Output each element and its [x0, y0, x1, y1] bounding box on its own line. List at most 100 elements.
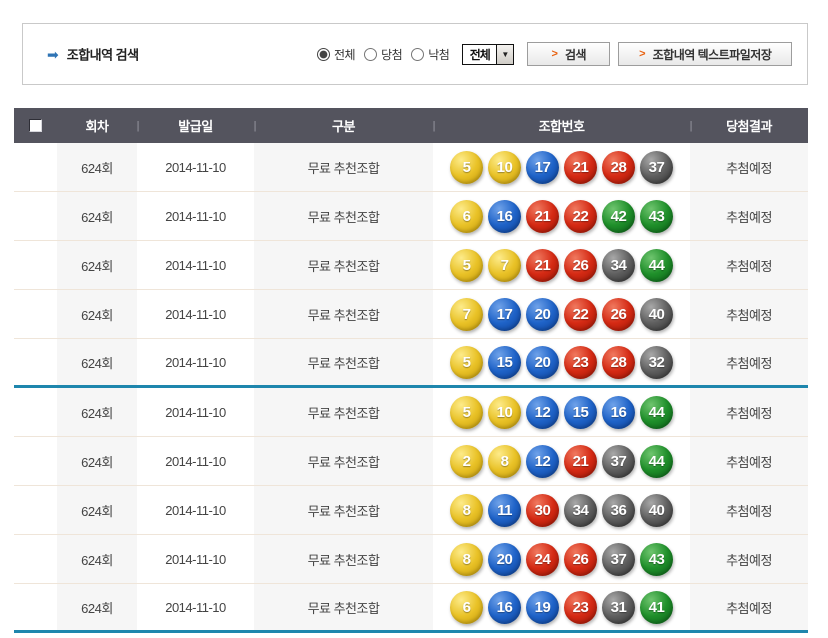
row-cell-category: 무료 추천조합	[254, 192, 433, 240]
table-row: 624회 2014-11-10 무료 추천조합 7 17 20 22 26 40 추첨예정	[14, 290, 808, 339]
row-cell-result: 추첨예정	[690, 339, 808, 385]
table-row: 624회 2014-11-10 무료 추천조합 5 15 20 23 28 32 추첨예정	[14, 339, 808, 388]
lotto-ball: 6	[450, 199, 483, 233]
row-cell-round: 624회	[57, 388, 137, 436]
row-cell-checkbox	[14, 388, 57, 436]
search-button-label: 검색	[564, 47, 587, 62]
orange-arrow-icon: >	[551, 47, 558, 60]
table-row: 624회 2014-11-10 무료 추천조합 6 16 21 22 42 43 추첨예정	[14, 192, 808, 241]
lotto-ball: 16	[602, 395, 635, 429]
select-all-checkbox[interactable]	[29, 119, 42, 132]
header-cell-round: 회차 |	[57, 108, 140, 143]
radio-lose-input[interactable]	[411, 47, 425, 61]
row-cell-numbers: 5 15 20 23 28 32	[433, 339, 690, 385]
lotto-ball: 7	[488, 248, 521, 282]
row-cell-issue-date: 2014-11-10	[165, 551, 226, 567]
lotto-ball: 26	[564, 542, 597, 576]
lotto-ball: 28	[602, 150, 635, 184]
lotto-ball: 28	[602, 345, 635, 379]
header-cell-numbers: 조합번호 |	[433, 108, 693, 143]
row-cell-result: 추첨예정	[690, 143, 808, 191]
radio-all[interactable]: 전체	[317, 46, 356, 63]
lotto-ball: 5	[450, 248, 483, 282]
table-body: 624회 2014-11-10 무료 추천조합 5 10 17 21 28 37 추첨예정…	[14, 143, 808, 633]
radio-lose-label: 낙첨	[428, 47, 450, 62]
lotto-ball: 8	[450, 493, 483, 527]
row-cell-issue-date: 2014-11-10	[165, 208, 226, 224]
combination-history-table: 회차 | 발급일 | 구분 | 조합번호 | 당첨결과 624회 2014-11…	[14, 108, 808, 633]
lotto-ball: 5	[450, 150, 483, 184]
lotto-ball: 44	[640, 395, 673, 429]
lotto-ball: 43	[640, 199, 673, 233]
lotto-ball: 26	[564, 248, 597, 282]
lotto-ball: 40	[640, 297, 673, 331]
row-cell-category: 무료 추천조합	[254, 486, 433, 534]
radio-all-input[interactable]	[317, 47, 330, 61]
lotto-ball: 8	[488, 444, 521, 478]
table-row: 624회 2014-11-10 무료 추천조합 6 16 19 23 31 41 추첨예정	[14, 584, 808, 633]
table-header: 회차 | 발급일 | 구분 | 조합번호 | 당첨결과	[14, 108, 808, 143]
row-cell-category: 무료 추천조합	[254, 584, 433, 630]
lotto-ball: 34	[564, 493, 597, 527]
row-cell-round: 624회	[57, 290, 137, 338]
row-cell-result: 추첨예정	[690, 437, 808, 485]
row-cell-issue-date: 2014-11-10	[165, 453, 226, 469]
lotto-ball: 10	[488, 150, 521, 184]
lotto-ball: 12	[526, 444, 559, 478]
lotto-ball: 6	[450, 590, 483, 624]
lotto-ball: 17	[488, 297, 521, 331]
lotto-ball: 17	[526, 150, 559, 184]
lotto-ball: 11	[488, 493, 521, 527]
row-cell-round: 624회	[57, 192, 137, 240]
row-cell-result: 추첨예정	[690, 486, 808, 534]
status-filter-select[interactable]: 전체 ▼	[462, 43, 515, 65]
row-cell-numbers: 5 10 12 15 16 44	[433, 388, 690, 436]
radio-win[interactable]: 당첨	[364, 46, 403, 63]
lotto-ball: 15	[488, 345, 521, 379]
lotto-ball: 23	[564, 590, 597, 624]
radio-win-input[interactable]	[364, 47, 378, 61]
row-cell-checkbox	[14, 290, 57, 338]
row-cell-numbers: 6 16 21 22 42 43	[433, 192, 690, 240]
row-cell-category: 무료 추천조합	[254, 241, 433, 289]
lotto-ball: 34	[602, 248, 635, 282]
radio-all-label: 전체	[334, 47, 356, 62]
lotto-ball: 41	[640, 590, 673, 624]
lotto-ball: 44	[640, 444, 673, 478]
lotto-ball: 36	[602, 493, 635, 527]
search-button[interactable]: > 검색	[527, 42, 611, 66]
row-cell-result: 추첨예정	[690, 535, 808, 583]
lotto-ball: 22	[564, 199, 597, 233]
lotto-ball: 21	[564, 444, 597, 478]
row-cell-result: 추첨예정	[690, 584, 808, 630]
row-cell-category: 무료 추천조합	[254, 535, 433, 583]
lotto-ball: 7	[450, 297, 483, 331]
lotto-ball: 26	[602, 297, 635, 331]
lotto-ball: 21	[564, 150, 597, 184]
lotto-ball: 22	[564, 297, 597, 331]
row-cell-result: 추첨예정	[690, 290, 808, 338]
radio-lose[interactable]: 낙첨	[411, 46, 450, 63]
lotto-ball: 42	[602, 199, 635, 233]
radio-win-label: 당첨	[381, 47, 403, 62]
column-label-result: 당첨결과	[726, 119, 772, 134]
row-cell-result: 추첨예정	[690, 241, 808, 289]
lotto-ball: 24	[526, 542, 559, 576]
row-cell-result: 추첨예정	[690, 192, 808, 240]
orange-arrow-icon: >	[639, 47, 646, 60]
row-cell-category: 무료 추천조합	[254, 437, 433, 485]
column-label-round: 회차	[85, 119, 109, 134]
row-cell-numbers: 2 8 12 21 37 44	[433, 437, 690, 485]
row-cell-checkbox	[14, 486, 57, 534]
row-cell-result: 추첨예정	[690, 388, 808, 436]
row-cell-round: 624회	[57, 535, 137, 583]
save-text-file-button[interactable]: > 조합내역 텍스트파일저장	[618, 42, 793, 66]
blue-arrow-icon: ➡	[47, 46, 59, 62]
select-dropdown-arrow-icon[interactable]: ▼	[496, 44, 514, 64]
search-controls: 전체 당첨 낙첨 전체 ▼ > 검색 > 조합내역 텍스트파일저장	[317, 24, 793, 84]
lotto-ball: 37	[602, 444, 635, 478]
lotto-ball: 20	[488, 542, 521, 576]
row-cell-issue-date: 2014-11-10	[165, 599, 226, 615]
search-panel: ➡ 조합내역 검색 전체 당첨 낙첨 전체 ▼ > 검색 > 조합내역 텍스트파…	[22, 23, 808, 85]
row-cell-checkbox	[14, 192, 57, 240]
